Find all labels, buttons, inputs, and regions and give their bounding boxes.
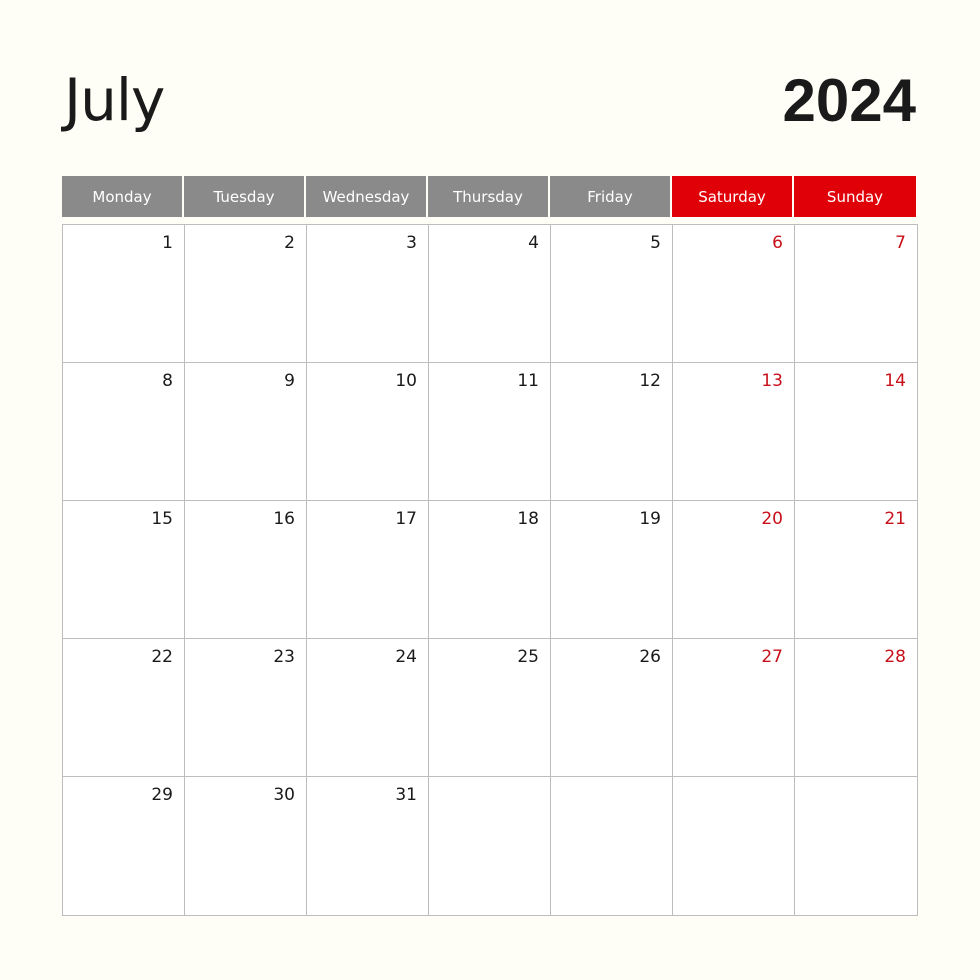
day-number: 4 (528, 233, 539, 253)
weekday-header-friday: Friday (550, 176, 672, 217)
day-cell[interactable]: 24 (307, 639, 429, 777)
day-cell[interactable]: 26 (551, 639, 673, 777)
day-cell[interactable]: 14 (795, 363, 917, 501)
day-cell[interactable]: 21 (795, 501, 917, 639)
day-number: 3 (406, 233, 417, 253)
day-cell[interactable]: 19 (551, 501, 673, 639)
calendar-grid: 1 2 3 4 5 6 7 8 9 10 11 12 13 14 15 16 17 18 19 20 21 22 23 24 2… (62, 224, 918, 916)
day-cell[interactable]: 13 (673, 363, 795, 501)
day-number: 13 (761, 371, 783, 391)
day-cell[interactable]: 3 (307, 225, 429, 363)
day-number: 19 (639, 509, 661, 529)
day-cell[interactable] (429, 777, 551, 915)
day-number: 25 (517, 647, 539, 667)
day-cell[interactable]: 23 (185, 639, 307, 777)
day-cell[interactable] (551, 777, 673, 915)
day-number: 24 (395, 647, 417, 667)
day-cell[interactable]: 31 (307, 777, 429, 915)
day-number: 21 (884, 509, 906, 529)
day-number: 6 (772, 233, 783, 253)
day-cell[interactable]: 15 (63, 501, 185, 639)
day-cell[interactable]: 12 (551, 363, 673, 501)
day-cell[interactable]: 30 (185, 777, 307, 915)
day-cell[interactable]: 20 (673, 501, 795, 639)
day-cell[interactable]: 25 (429, 639, 551, 777)
day-cell[interactable]: 6 (673, 225, 795, 363)
day-number: 29 (151, 785, 173, 805)
day-number: 31 (395, 785, 417, 805)
weekday-header-wednesday: Wednesday (306, 176, 428, 217)
day-number: 1 (162, 233, 173, 253)
day-cell[interactable]: 18 (429, 501, 551, 639)
day-cell[interactable]: 1 (63, 225, 185, 363)
day-number: 18 (517, 509, 539, 529)
day-number: 7 (895, 233, 906, 253)
day-number: 30 (273, 785, 295, 805)
day-number: 5 (650, 233, 661, 253)
day-cell[interactable]: 9 (185, 363, 307, 501)
day-cell[interactable]: 8 (63, 363, 185, 501)
day-number: 11 (517, 371, 539, 391)
day-number: 10 (395, 371, 417, 391)
weekday-header-saturday: Saturday (672, 176, 794, 217)
day-cell[interactable]: 4 (429, 225, 551, 363)
day-number: 17 (395, 509, 417, 529)
day-number: 27 (761, 647, 783, 667)
day-number: 8 (162, 371, 173, 391)
day-cell[interactable]: 2 (185, 225, 307, 363)
day-cell[interactable] (673, 777, 795, 915)
day-number: 28 (884, 647, 906, 667)
day-number: 2 (284, 233, 295, 253)
weekday-header-row: Monday Tuesday Wednesday Thursday Friday… (62, 176, 918, 217)
day-number: 22 (151, 647, 173, 667)
weekday-header-tuesday: Tuesday (184, 176, 306, 217)
year-title: 2024 (782, 67, 916, 134)
day-cell[interactable]: 10 (307, 363, 429, 501)
day-cell[interactable]: 22 (63, 639, 185, 777)
weekday-header-monday: Monday (62, 176, 184, 217)
day-cell[interactable]: 11 (429, 363, 551, 501)
day-cell[interactable]: 17 (307, 501, 429, 639)
day-number: 16 (273, 509, 295, 529)
day-number: 12 (639, 371, 661, 391)
day-number: 23 (273, 647, 295, 667)
day-cell[interactable]: 29 (63, 777, 185, 915)
month-title: July (64, 66, 165, 134)
day-number: 14 (884, 371, 906, 391)
day-number: 26 (639, 647, 661, 667)
day-cell[interactable] (795, 777, 917, 915)
weekday-header-thursday: Thursday (428, 176, 550, 217)
day-cell[interactable]: 28 (795, 639, 917, 777)
day-cell[interactable]: 7 (795, 225, 917, 363)
weekday-header-sunday: Sunday (794, 176, 916, 217)
day-cell[interactable]: 5 (551, 225, 673, 363)
day-number: 15 (151, 509, 173, 529)
day-number: 20 (761, 509, 783, 529)
day-cell[interactable]: 16 (185, 501, 307, 639)
day-number: 9 (284, 371, 295, 391)
day-cell[interactable]: 27 (673, 639, 795, 777)
